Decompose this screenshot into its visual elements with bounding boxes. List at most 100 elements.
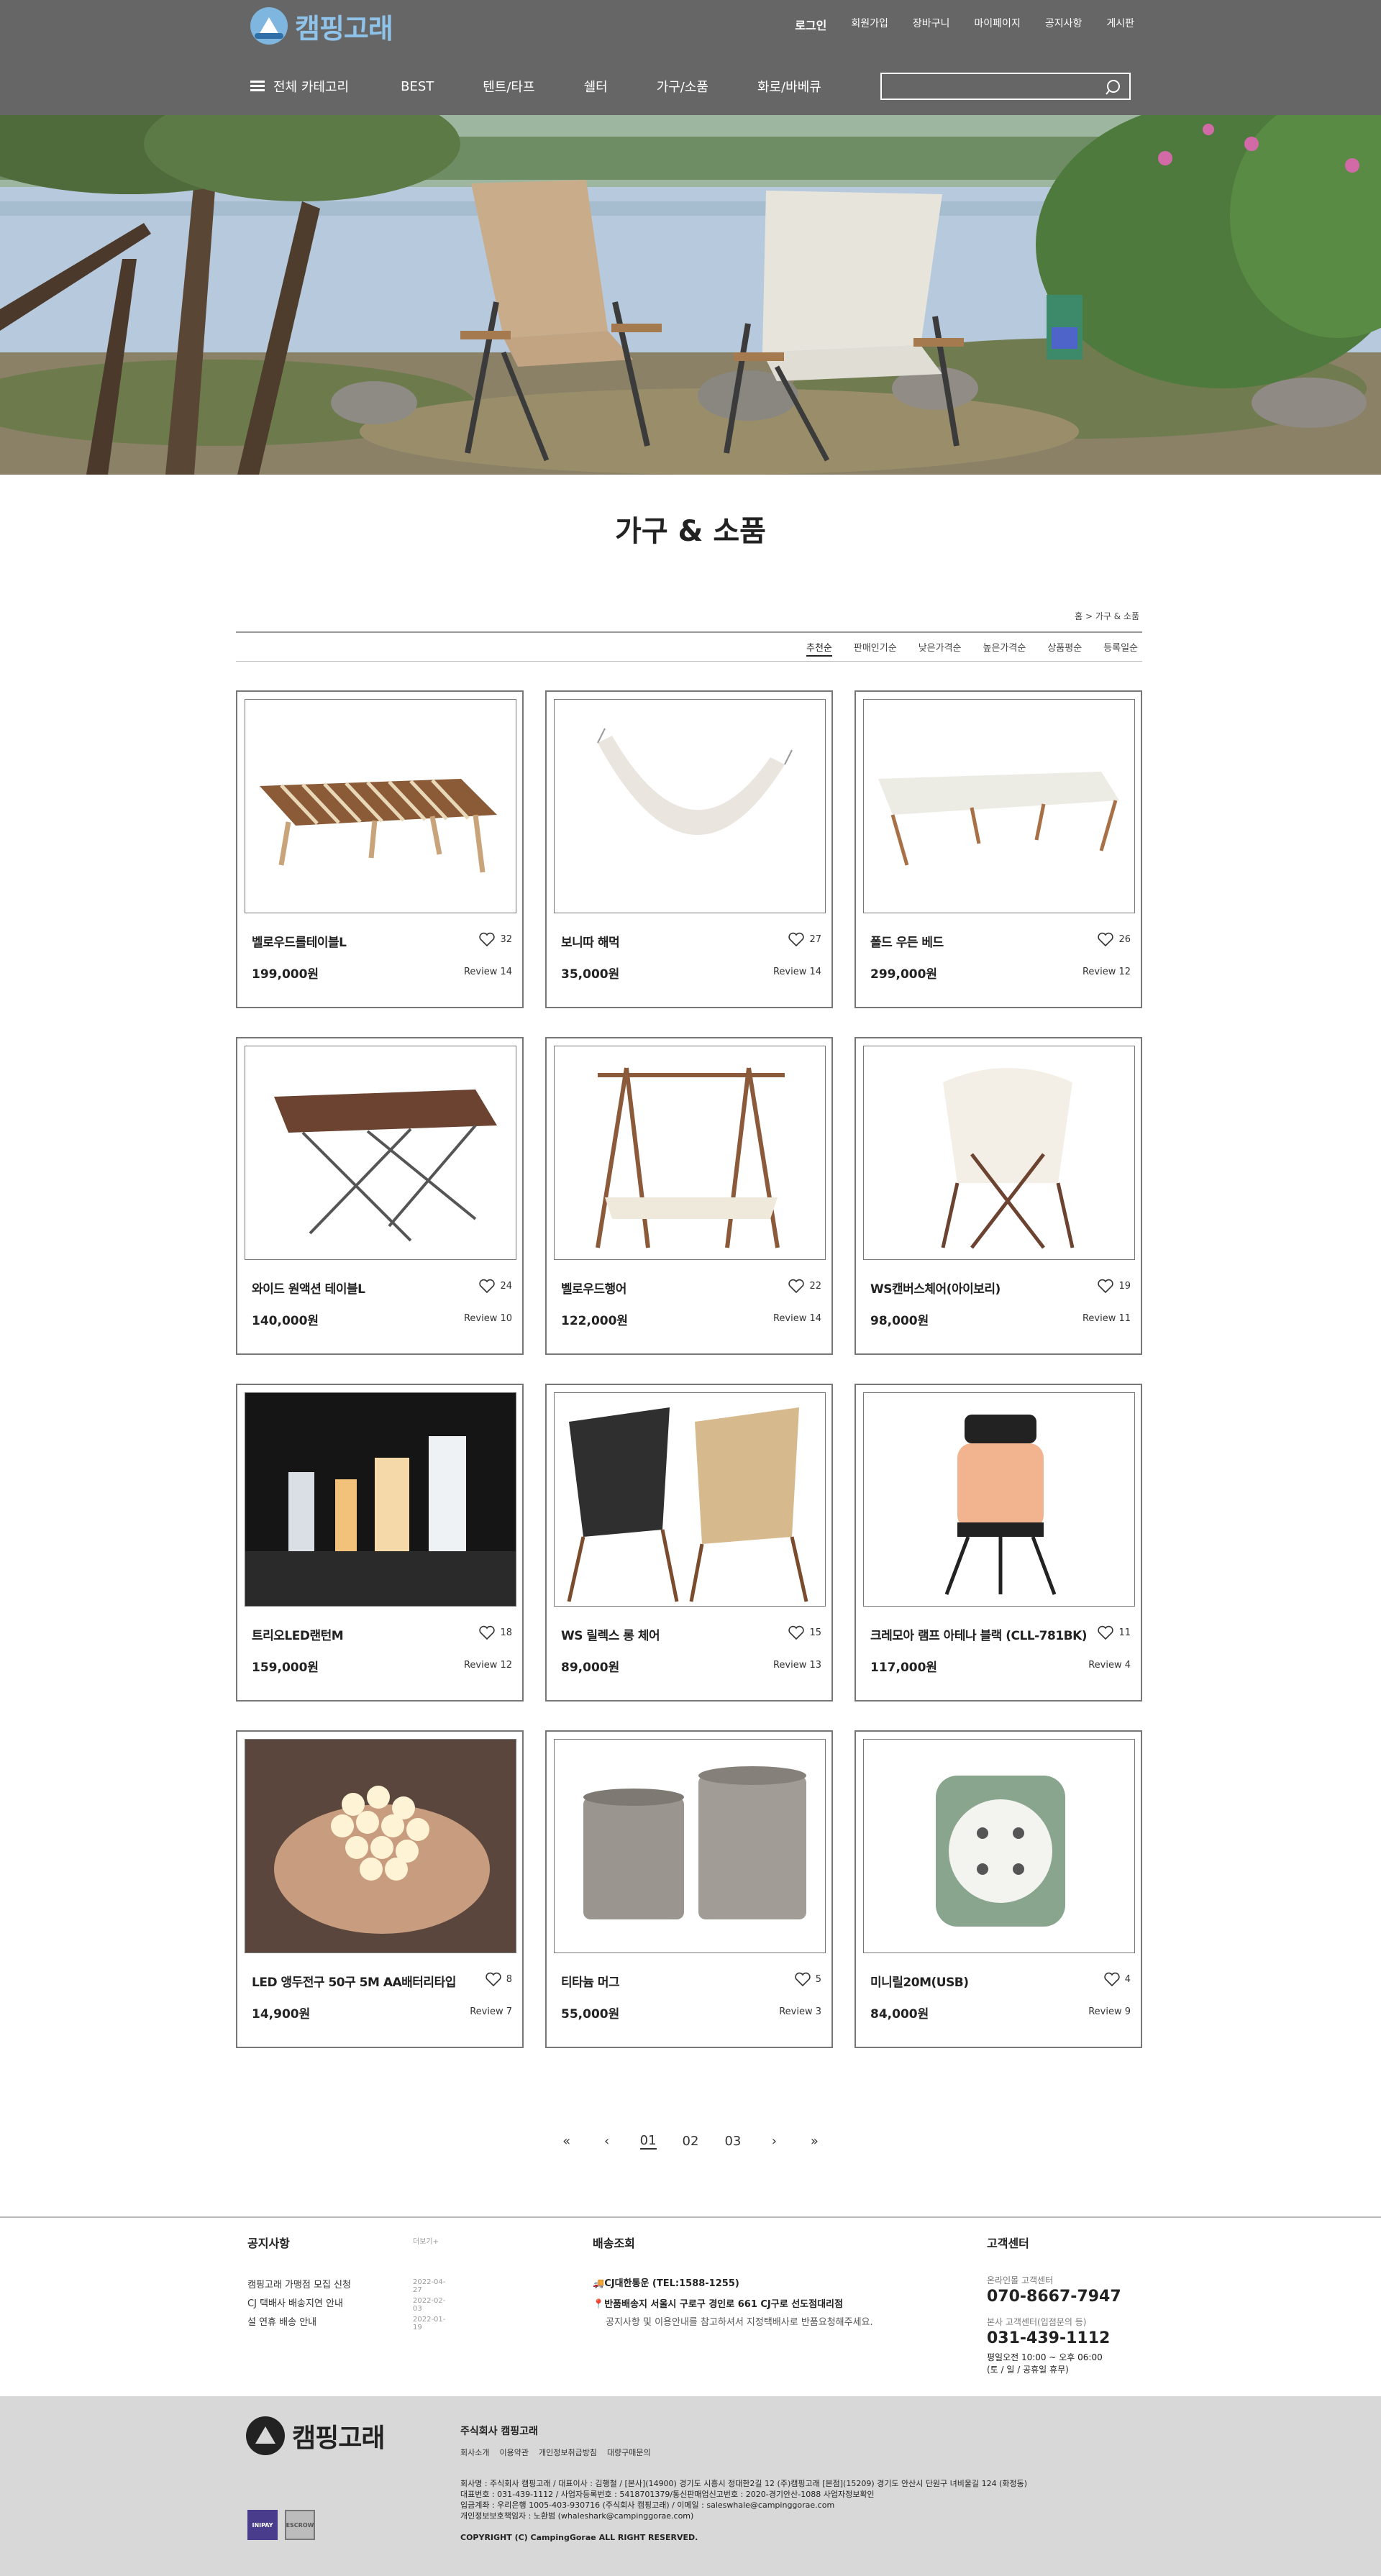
nav-all-category[interactable]: 전체 카테고리 [273,77,349,96]
product-image[interactable] [863,1392,1135,1607]
product-image[interactable] [245,1739,516,1953]
notice-link[interactable]: 공지사항 [1045,16,1083,33]
product-image[interactable] [863,699,1135,913]
product-card[interactable]: 폴드 우든 베드 26 299,000원 Review 12 [854,690,1142,1008]
product-card[interactable]: 크레모아 램프 아테나 블랙 (CLL-781BK) 11 117,000원 R… [854,1384,1142,1702]
product-name[interactable]: WS캔버스체어(아이보리) [870,1279,1001,1297]
product-image[interactable] [863,1739,1135,1953]
like-count[interactable]: 18 [478,1625,512,1640]
product-image[interactable] [245,699,516,913]
product-card[interactable]: 벨로우드롤테이블L 32 199,000원 Review 14 [236,690,524,1008]
heart-icon[interactable] [1097,1279,1114,1293]
like-count[interactable]: 11 [1097,1625,1131,1640]
heart-icon[interactable] [1097,1625,1114,1640]
heart-icon[interactable] [478,932,496,946]
heart-icon[interactable] [788,932,805,946]
product-image[interactable] [554,1392,826,1607]
heart-icon[interactable] [1097,932,1114,946]
product-card[interactable]: 벨로우드행어 22 122,000원 Review 14 [545,1037,833,1355]
product-card[interactable]: 와이드 원액션 테이블L 24 140,000원 Review 10 [236,1037,524,1355]
like-count[interactable]: 15 [788,1625,821,1640]
nav-tent-tarp[interactable]: 텐트/타프 [483,77,534,96]
last-page-button[interactable]: » [807,2134,821,2149]
signup-link[interactable]: 회원가입 [851,16,888,33]
prev-page-button[interactable]: ‹ [600,2134,614,2149]
like-count[interactable]: 8 [485,1972,512,1986]
like-count[interactable]: 32 [478,932,512,946]
sort-newest[interactable]: 등록일순 [1103,640,1138,657]
like-count[interactable]: 4 [1103,1972,1131,1986]
heart-icon[interactable] [794,1972,811,1986]
product-name[interactable]: 크레모아 램프 아테나 블랙 (CLL-781BK) [870,1625,1088,1643]
notice-item[interactable]: 캠핑고래 가맹점 모집 신청 2022-04-27 [247,2277,449,2296]
next-page-button[interactable]: › [767,2134,781,2149]
sort-low-price[interactable]: 낮은가격순 [919,640,962,657]
notice-more-link[interactable]: 더보기+ [413,2235,439,2246]
product-image[interactable] [554,699,826,913]
mypage-link[interactable]: 마이페이지 [974,16,1020,33]
like-count[interactable]: 26 [1097,932,1131,946]
sort-recommend[interactable]: 추천순 [806,640,832,657]
login-link[interactable]: 로그인 [795,16,826,33]
nav-fire-bbq[interactable]: 화로/바베큐 [757,77,821,96]
hamburger-menu-icon[interactable] [250,81,265,92]
search-icon[interactable] [1105,78,1122,96]
product-image[interactable] [245,1392,516,1607]
heart-icon[interactable] [788,1279,805,1293]
like-count[interactable]: 5 [794,1972,821,1986]
nav-shelter[interactable]: 쉘터 [584,77,608,96]
board-link[interactable]: 게시판 [1106,16,1134,33]
product-name[interactable]: 보니따 해먹 [561,932,620,950]
like-count[interactable]: 19 [1097,1279,1131,1293]
product-image[interactable] [863,1046,1135,1260]
page-number[interactable]: 02 [683,2134,699,2149]
notice-item-title[interactable]: CJ 택배사 배송지연 안내 [247,2298,343,2309]
heart-icon[interactable] [478,1279,496,1293]
like-count[interactable]: 22 [788,1279,821,1293]
escrow-badge[interactable]: ESCROW [285,2510,315,2540]
product-image[interactable] [245,1046,516,1260]
heart-icon[interactable] [485,1972,502,1986]
product-card[interactable]: LED 앵두전구 50구 5M AA배터리타입 8 14,900원 Review… [236,1730,524,2048]
sort-high-price[interactable]: 높은가격순 [983,640,1026,657]
inipay-badge[interactable]: INIPAY [247,2510,278,2540]
product-name[interactable]: 미니릴20M(USB) [870,1972,969,1990]
footer-link-privacy[interactable]: 개인정보취급방침 [539,2447,597,2458]
heart-icon[interactable] [1103,1972,1121,1986]
product-card[interactable]: 트리오LED랜턴M 18 159,000원 Review 12 [236,1384,524,1702]
page-number[interactable]: 03 [724,2134,741,2149]
sort-popular[interactable]: 판매인기순 [854,640,897,657]
product-name[interactable]: 벨로우드롤테이블L [252,932,347,950]
heart-icon[interactable] [788,1625,805,1640]
product-image[interactable] [554,1739,826,1953]
product-name[interactable]: 와이드 원액션 테이블L [252,1279,365,1297]
product-card[interactable]: 티타늄 머그 5 55,000원 Review 3 [545,1730,833,2048]
like-count[interactable]: 24 [478,1279,512,1293]
product-card[interactable]: WS 릴렉스 롱 체어 15 89,000원 Review 13 [545,1384,833,1702]
product-name[interactable]: WS 릴렉스 롱 체어 [561,1625,660,1643]
footer-link-bulk[interactable]: 대량구매문의 [607,2447,651,2458]
notice-item[interactable]: 설 연휴 배송 안내 2022-01-19 [247,2314,449,2333]
notice-item-title[interactable]: 캠핑고래 가맹점 모집 신청 [247,2280,351,2290]
cart-link[interactable]: 장바구니 [913,16,950,33]
page-number[interactable]: 01 [639,2133,657,2150]
footer-link-about[interactable]: 회사소개 [460,2447,489,2458]
site-logo[interactable]: 캠핑고래 [250,7,393,45]
product-name[interactable]: 벨로우드행어 [561,1279,626,1297]
product-card[interactable]: 미니릴20M(USB) 4 84,000원 Review 9 [854,1730,1142,2048]
like-count[interactable]: 27 [788,932,821,946]
nav-best[interactable]: BEST [401,79,434,94]
product-card[interactable]: 보니따 해먹 27 35,000원 Review 14 [545,690,833,1008]
product-name[interactable]: 트리오LED랜턴M [252,1625,344,1643]
product-name[interactable]: LED 앵두전구 50구 5M AA배터리타입 [252,1972,456,1990]
search-input[interactable] [888,78,1089,94]
notice-item[interactable]: CJ 택배사 배송지연 안내 2022-02-03 [247,2296,449,2314]
sort-reviews[interactable]: 상품평순 [1047,640,1082,657]
product-name[interactable]: 티타늄 머그 [561,1972,620,1990]
product-image[interactable] [554,1046,826,1260]
product-name[interactable]: 폴드 우든 베드 [870,932,944,950]
heart-icon[interactable] [478,1625,496,1640]
nav-furniture[interactable]: 가구/소품 [657,77,708,96]
footer-link-terms[interactable]: 이용약관 [499,2447,528,2458]
notice-item-title[interactable]: 설 연휴 배송 안내 [247,2317,316,2328]
